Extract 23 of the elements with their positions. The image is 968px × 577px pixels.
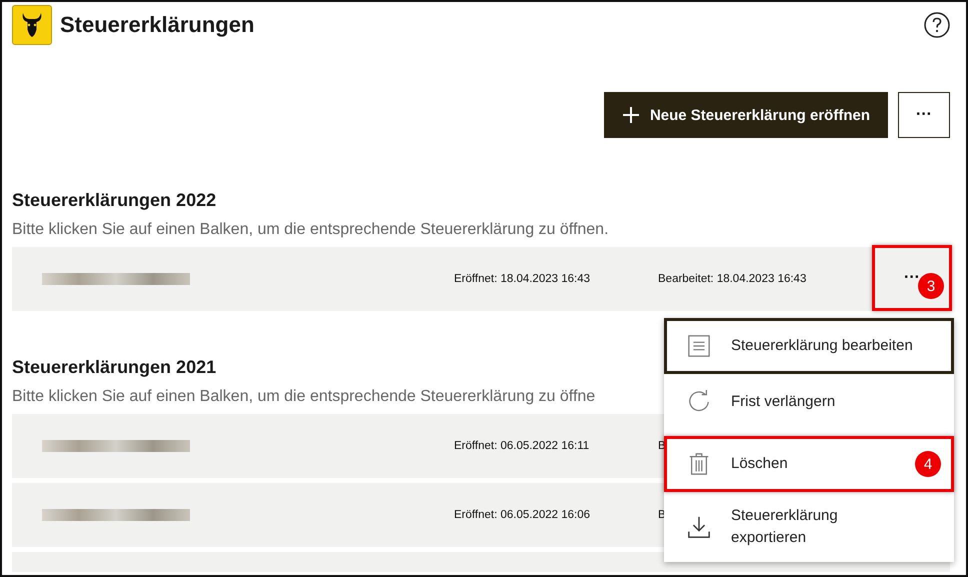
- new-tax-return-button[interactable]: Neue Steuererklärung eröffnen: [604, 92, 888, 138]
- section-heading: Steuererklärungen 2022: [12, 190, 218, 211]
- edited-date: Bearbeitet: 18.04.2023 16:43: [658, 273, 806, 285]
- download-icon: [687, 515, 711, 539]
- step-badge: 3: [918, 273, 944, 299]
- more-button[interactable]: ···: [898, 92, 950, 138]
- menu-item[interactable]: Steuererklärung bearbeiten: [664, 318, 954, 374]
- help-icon[interactable]: [924, 12, 950, 38]
- step-badge: 4: [915, 451, 941, 477]
- plus-icon: [622, 106, 640, 124]
- section-hint: Bitte klicken Sie auf einen Balken, um die entsprechende Steuererklärung zu öffne: [12, 388, 596, 406]
- tax-return-row[interactable]: Eröffnet: 18.04.2023 16:43 Bearbeitet: 18.04.2023 16:43 ··· 3: [12, 247, 950, 311]
- page-title: Steuererklärungen: [60, 12, 254, 38]
- opened-date: Eröffnet: 06.05.2022 16:06: [454, 509, 590, 521]
- section-heading: Steuererklärungen 2021: [12, 357, 218, 378]
- document-icon: [687, 334, 711, 358]
- bull-logo-icon: [12, 5, 52, 45]
- opened-date: Eröffnet: 18.04.2023 16:43: [454, 273, 590, 285]
- refresh-icon: [687, 390, 711, 414]
- menu-item[interactable]: Löschen 4: [664, 436, 954, 492]
- section-hint: Bitte klicken Sie auf einen Balken, um die entsprechende Steuererklärung zu öffnen.: [12, 221, 609, 239]
- opened-date: Eröffnet: 06.05.2022 16:11: [454, 440, 590, 452]
- trash-icon: [687, 452, 711, 476]
